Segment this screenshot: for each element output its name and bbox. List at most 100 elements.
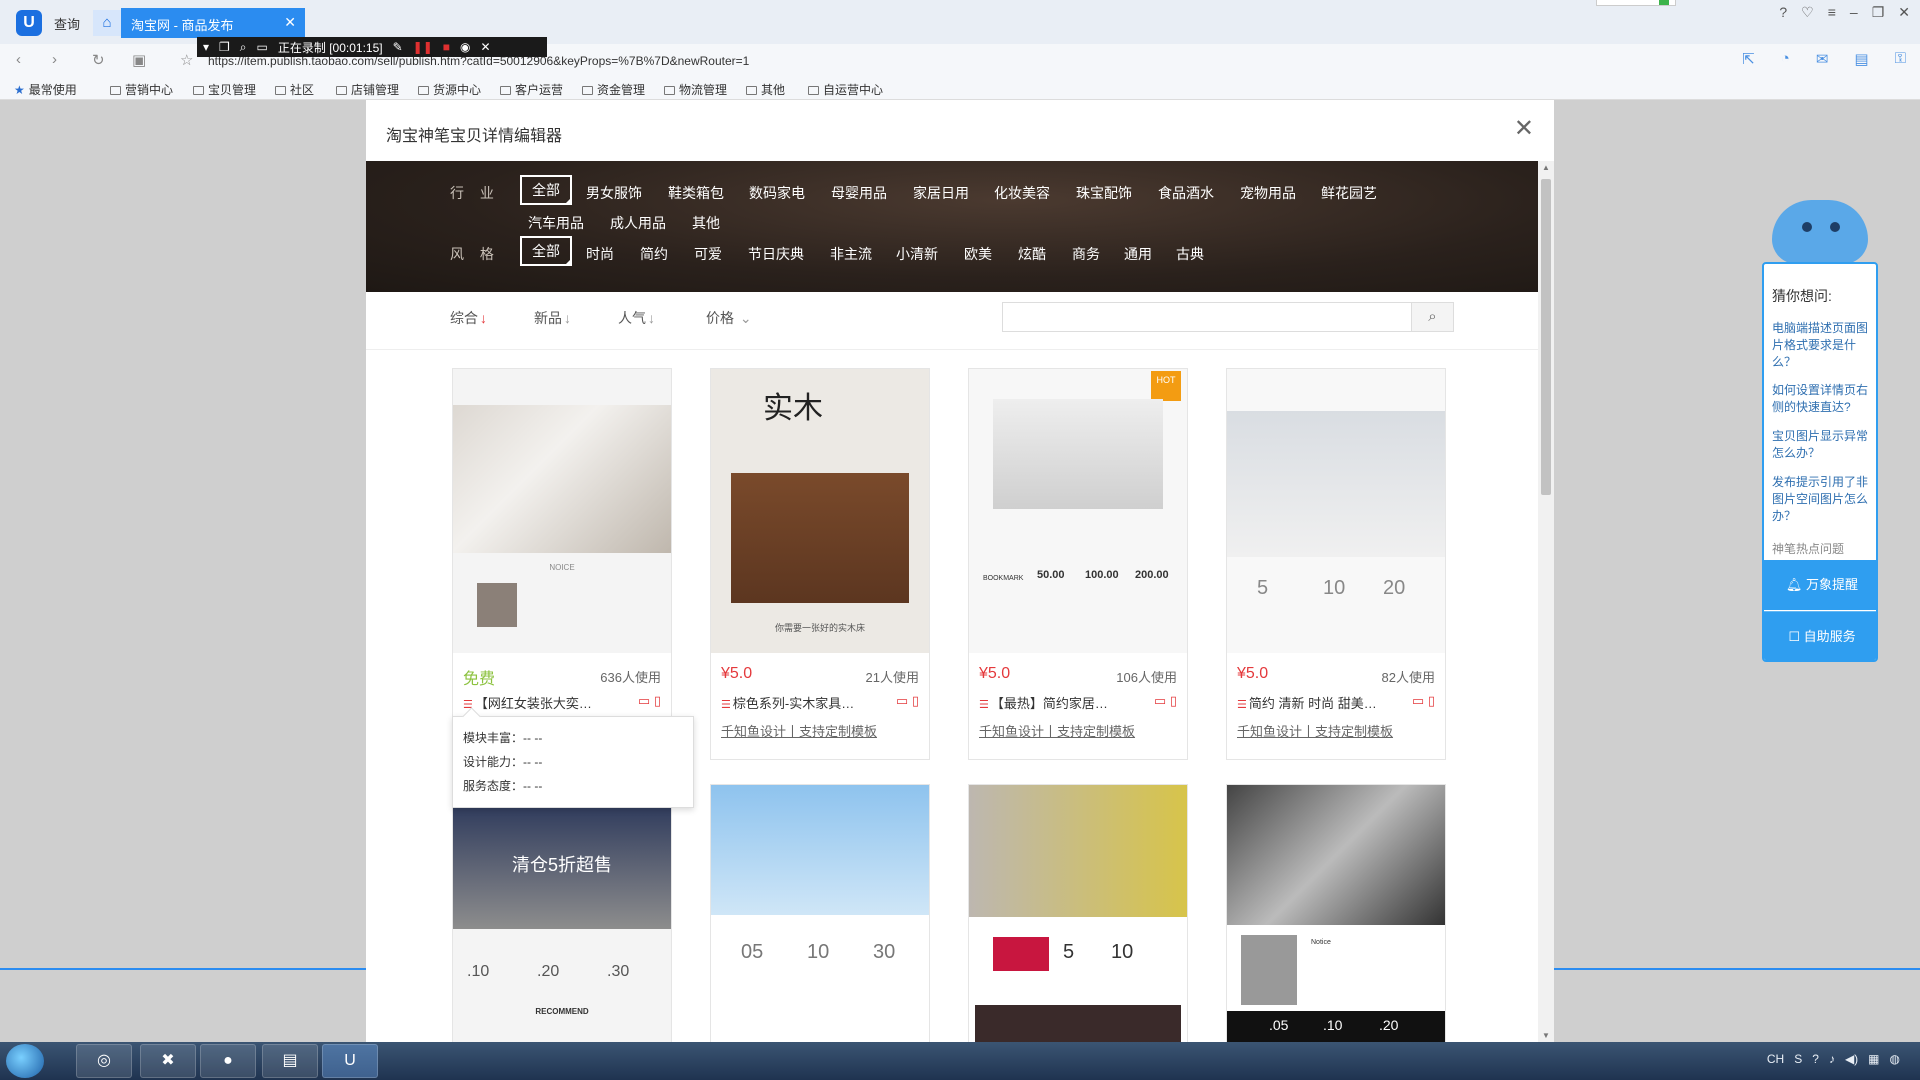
bookmark-folder[interactable]: 社区 (275, 81, 314, 98)
help-question[interactable]: 电脑端描述页面图片格式要求是什么？ (1772, 320, 1872, 371)
template-card[interactable]: HOT BOOKMARK 50.00 100.00 200.00 ¥5.0 10… (968, 368, 1188, 760)
industry-option[interactable]: 鲜花园艺 (1321, 183, 1377, 203)
template-name[interactable]: 【最热】简约家居… (979, 693, 1129, 712)
style-option[interactable]: 欧美 (964, 244, 992, 264)
industry-option[interactable]: 其他 (692, 213, 720, 233)
bookmark-folder[interactable]: 资金管理 (582, 81, 645, 98)
template-card[interactable]: 清仓5折超售 .10 .20 .30 RECOMMEND (452, 784, 672, 1042)
volume-icon[interactable]: ◀) (1845, 1052, 1858, 1066)
scroll-up-icon[interactable]: ▲ (1542, 163, 1550, 172)
sort-new[interactable]: 新品 ↓ (534, 308, 571, 328)
bookmark-most-used[interactable]: ★ 最常使用 (14, 81, 77, 98)
template-thumbnail[interactable]: HOT BOOKMARK 50.00 100.00 200.00 (969, 369, 1187, 653)
bookmark-folder[interactable]: 店铺管理 (336, 81, 399, 98)
restore-icon[interactable]: ❐ (1872, 4, 1885, 21)
industry-option[interactable]: 鞋类箱包 (668, 183, 724, 203)
industry-option[interactable]: 男女服饰 (586, 183, 642, 203)
template-name[interactable]: 【网红女装张大奕… (463, 693, 613, 712)
industry-option[interactable]: 化妆美容 (994, 183, 1050, 203)
zoom-icon[interactable]: ⌕ (240, 40, 247, 55)
designer-link[interactable]: 千知鱼设计丨支持定制模板 (1237, 721, 1393, 740)
industry-option[interactable]: 珠宝配饰 (1076, 183, 1132, 203)
help-tray-icon[interactable]: ? (1812, 1052, 1819, 1066)
reload-icon[interactable]: ↻ (92, 51, 105, 69)
template-card[interactable]: 05 10 30 (710, 784, 930, 1042)
style-option[interactable]: 非主流 (830, 244, 872, 264)
taskbar-app-icon[interactable]: ◎ (76, 1044, 132, 1078)
input-method-icon[interactable]: CH (1767, 1052, 1784, 1066)
sort-price[interactable]: 价格 ⌄ (706, 308, 752, 328)
taskbar-app-icon[interactable]: ✖ (140, 1044, 196, 1078)
template-thumbnail[interactable]: 05 10 30 (711, 785, 929, 1042)
window-close-icon[interactable]: ✕ (1898, 4, 1910, 21)
style-option[interactable]: 古典 (1176, 244, 1204, 264)
template-card[interactable]: 5 10 20 ¥5.0 82人使用 简约 清新 时尚 甜美… ▭ ▯ 千知鱼设… (1226, 368, 1446, 760)
template-thumbnail[interactable]: NOICE (453, 369, 671, 653)
industry-option[interactable]: 家居日用 (913, 183, 969, 203)
pen-icon[interactable]: ✎ (393, 40, 403, 54)
designer-link[interactable]: 千知鱼设计丨支持定制模板 (979, 721, 1135, 740)
start-button[interactable] (6, 1044, 44, 1078)
sort-popularity[interactable]: 人气 ↓ (618, 308, 655, 328)
favorite-star-icon[interactable]: ☆ (180, 51, 193, 69)
dropdown-icon[interactable]: ▾ (203, 40, 209, 54)
taskbar-browser-icon[interactable]: U (322, 1044, 378, 1078)
back-icon[interactable]: ‹ (16, 51, 21, 68)
tray-icon[interactable]: S (1794, 1052, 1802, 1066)
region-icon[interactable]: ▭ (257, 40, 268, 54)
bookmark-folder[interactable]: 营销中心 (110, 81, 173, 98)
scrollbar[interactable]: ▲ ▼ (1538, 161, 1554, 1042)
template-card[interactable]: 实木 你需要一张好的实木床 ¥5.0 21人使用 棕色系列-实木家具… ▭ ▯ … (710, 368, 930, 760)
style-option[interactable]: 节日庆典 (748, 244, 804, 264)
style-option[interactable]: 通用 (1124, 244, 1152, 264)
home-icon[interactable]: ⌂ (93, 10, 121, 36)
speed-icon[interactable]: ◔ (1781, 50, 1790, 68)
minimize-icon[interactable]: – (1850, 4, 1858, 21)
style-option[interactable]: 可爱 (694, 244, 722, 264)
record-stop-icon[interactable]: ■ (443, 40, 450, 54)
copy-icon[interactable]: ❐ (219, 40, 230, 54)
template-thumbnail[interactable]: 实木 你需要一张好的实木床 (711, 369, 929, 653)
camera-icon[interactable]: ◉ (460, 40, 470, 54)
help-question[interactable]: 发布提示引用了非图片空间图片怎么办？ (1772, 474, 1872, 525)
search-icon[interactable]: ⌕ (1412, 302, 1454, 332)
modal-close-icon[interactable]: ✕ (1514, 114, 1534, 143)
scroll-down-icon[interactable]: ▼ (1542, 1031, 1550, 1040)
template-search-input[interactable] (1002, 302, 1412, 332)
tab-query[interactable]: 查询 (54, 14, 80, 33)
template-card[interactable]: Notice .05 .10 .20 (1226, 784, 1446, 1042)
style-option[interactable]: 全部 (520, 236, 572, 266)
template-thumbnail[interactable]: 清仓5折超售 .10 .20 .30 RECOMMEND (453, 785, 671, 1042)
template-thumbnail[interactable]: 5 10 20 (1227, 369, 1445, 653)
industry-option[interactable]: 全部 (520, 175, 572, 205)
sort-comprehensive[interactable]: 综合 ↓ (450, 308, 487, 328)
tab-active[interactable]: 淘宝网 - 商品发布 ✕ (121, 8, 305, 38)
industry-option[interactable]: 食品酒水 (1158, 183, 1214, 203)
browser-logo-icon[interactable]: U (16, 10, 42, 36)
style-option[interactable]: 炫酷 (1018, 244, 1046, 264)
bookmark-folder[interactable]: 宝贝管理 (193, 81, 256, 98)
industry-option[interactable]: 宠物用品 (1240, 183, 1296, 203)
skin-icon[interactable]: ♡ (1801, 4, 1814, 21)
style-option[interactable]: 简约 (640, 244, 668, 264)
style-option[interactable]: 商务 (1072, 244, 1100, 264)
stop-icon[interactable]: ▣ (132, 51, 146, 69)
help-question[interactable]: 宝贝图片显示异常怎么办？ (1772, 428, 1872, 462)
template-name[interactable]: 简约 清新 时尚 甜美… (1237, 693, 1387, 712)
template-card[interactable]: NOICE 免费 636人使用 【网红女装张大奕… ▭ ▯ (452, 368, 672, 760)
designer-link[interactable]: 千知鱼设计丨支持定制模板 (721, 721, 877, 740)
template-card[interactable]: 5 10 (968, 784, 1188, 1042)
template-thumbnail[interactable]: Notice .05 .10 .20 (1227, 785, 1445, 1042)
bookmark-folder[interactable]: 其他 (746, 81, 785, 98)
extension-icon[interactable]: ⚿ (1895, 50, 1906, 68)
taskbar-folder-icon[interactable]: ▤ (262, 1044, 318, 1078)
bookmark-folder[interactable]: 物流管理 (664, 81, 727, 98)
industry-option[interactable]: 成人用品 (610, 213, 666, 233)
self-service-button[interactable]: ☐ 自助服务 (1764, 611, 1876, 660)
forward-icon[interactable]: › (52, 51, 57, 68)
scrollbar-thumb[interactable] (1541, 179, 1551, 495)
mic-icon[interactable]: ♪ (1829, 1052, 1835, 1066)
close-icon[interactable]: ✕ (284, 14, 296, 31)
help-mascot[interactable] (1772, 200, 1868, 264)
style-option[interactable]: 小清新 (896, 244, 938, 264)
